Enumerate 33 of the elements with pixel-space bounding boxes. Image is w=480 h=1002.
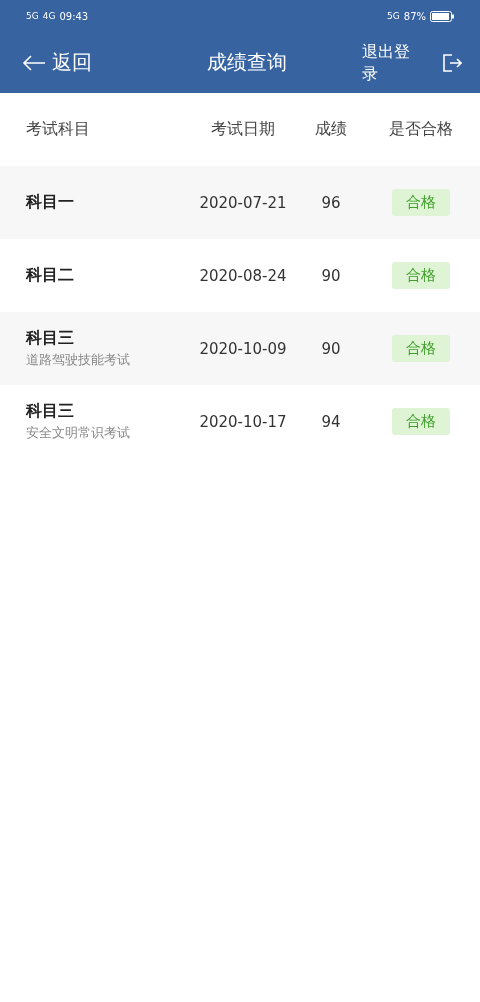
- exam-date: 2020-10-17: [198, 412, 288, 431]
- exam-date: 2020-08-24: [198, 266, 288, 285]
- signal-label: 5G: [26, 11, 39, 21]
- result-badge: 合格: [392, 262, 450, 289]
- battery-icon: [430, 10, 454, 22]
- column-header: 考试日期: [210, 119, 276, 140]
- column-header: 是否合格: [388, 119, 454, 140]
- back-arrow-icon: [22, 54, 46, 71]
- score: 90: [320, 266, 342, 285]
- subject-subtitle: 道路驾驶技能考试: [26, 351, 131, 369]
- score: 96: [320, 193, 342, 212]
- result-badge: 合格: [392, 189, 450, 216]
- column-header: 考试科目: [26, 119, 91, 140]
- signal-label: 4G: [42, 11, 56, 21]
- network-label: 5G: [387, 11, 400, 21]
- logout-icon: [442, 52, 462, 73]
- exam-date: 2020-10-09: [198, 339, 288, 358]
- score: 94: [320, 412, 342, 431]
- back-button[interactable]: 返回: [22, 49, 92, 76]
- subject-name: 科目一: [26, 192, 75, 213]
- battery-percent: 87%: [403, 10, 426, 22]
- time: 09:43: [59, 10, 89, 22]
- subject-subtitle: 安全文明常识考试: [26, 424, 131, 442]
- logout-button[interactable]: 退出登录: [362, 40, 462, 85]
- column-header: 成绩: [314, 119, 348, 140]
- page-title: 成绩查询: [206, 49, 288, 76]
- score: 90: [320, 339, 342, 358]
- subject-name: 科目二: [26, 265, 75, 286]
- subject-name: 科目三: [26, 328, 75, 349]
- result-badge: 合格: [392, 335, 450, 362]
- subject-name: 科目三: [26, 401, 75, 422]
- result-badge: 合格: [392, 408, 450, 435]
- exam-date: 2020-07-21: [198, 193, 288, 212]
